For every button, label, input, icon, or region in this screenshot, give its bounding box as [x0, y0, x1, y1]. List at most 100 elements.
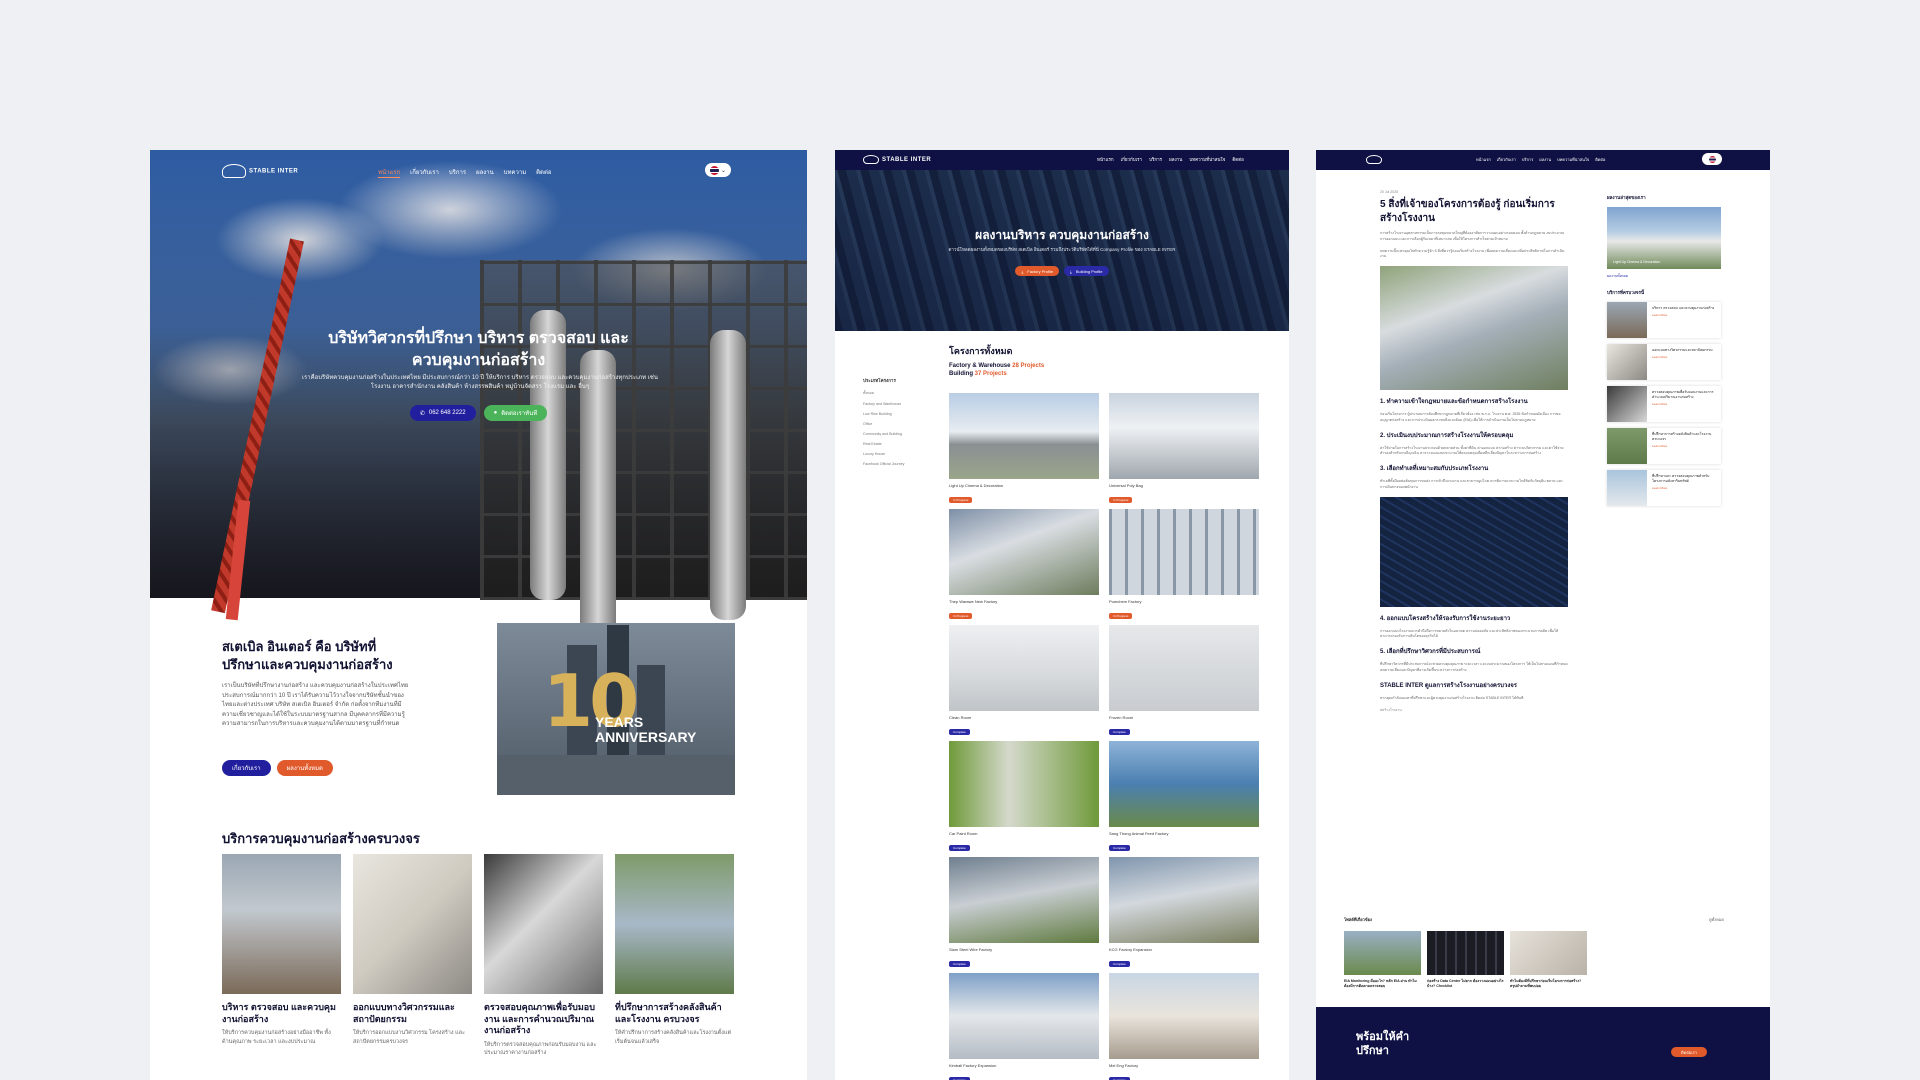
language-switcher[interactable]: ⌄	[705, 163, 731, 177]
article-title: 5 สิ่งที่เจ้าของโครงการต้องรู้ ก่อนเริ่ม…	[1380, 199, 1555, 224]
project-card[interactable]: Universal Poly Bag In Progress	[1109, 393, 1259, 509]
project-image	[949, 741, 1099, 827]
nav-item-contact[interactable]: ติดต่อ	[1232, 156, 1243, 163]
project-card[interactable]: KCG Factory Expansion Complete	[1109, 857, 1259, 973]
projects-page-screenshot: STABLE INTER หน้าแรก เกี่ยวกับเรา บริการ…	[835, 150, 1289, 1080]
service-list-item[interactable]: ที่ปรึกษาการสร้างคลังสินค้าและโรงงาน ครบ…	[1607, 428, 1721, 464]
service-image	[222, 854, 341, 994]
logo[interactable]	[1366, 155, 1385, 164]
project-card[interactable]: Clean Room Complete	[949, 625, 1099, 741]
project-status-badge: In Progress	[949, 613, 973, 619]
service-card[interactable]: บริหาร ตรวจสอบ และควบคุมงานก่อสร้าง ให้บ…	[222, 854, 341, 1058]
project-status-badge: Complete	[1109, 729, 1130, 735]
project-image	[949, 509, 1099, 595]
logo-icon	[863, 155, 879, 164]
category-item[interactable]: Factory and Warehouse	[863, 402, 933, 406]
article-tag[interactable]: #สร้างโรงงาน	[1380, 707, 1568, 713]
project-name: Car Paint Room	[949, 831, 978, 836]
logo-icon	[222, 164, 246, 178]
nav-item-articles[interactable]: บทความ	[504, 167, 526, 178]
project-card[interactable]: Mei Eng Factory Complete	[1109, 973, 1259, 1080]
logo[interactable]: STABLE INTER	[863, 155, 931, 164]
chat-icon: ●	[493, 410, 498, 416]
project-card[interactable]: Thep Warawe New Factory In Progress	[949, 509, 1099, 625]
project-card[interactable]: Pumchem Factory In Progress	[1109, 509, 1259, 625]
project-name: Light Up Cinema & Decoration	[949, 483, 1004, 488]
language-switcher[interactable]	[1702, 153, 1722, 165]
call-button[interactable]: ✆ 062 648 2222	[409, 405, 476, 421]
related-post-card[interactable]: ทำไมต้องมีที่ปรึกษาก่อนเริ่มโครงการก่อสร…	[1510, 931, 1587, 989]
project-image	[1109, 393, 1259, 479]
nav-item-about[interactable]: เกี่ยวกับเรา	[1497, 156, 1516, 163]
view-all-link[interactable]: ดูทั้งหมด	[1709, 916, 1724, 923]
homepage-screenshot: STABLE INTER หน้าแรก เกี่ยวกับเรา บริการ…	[150, 150, 807, 1080]
service-list-item[interactable]: ออกแบบทางวิศวกรรมและสถาปัตยกรรม Learn Mor…	[1607, 344, 1721, 380]
service-card[interactable]: ที่ปรึกษาการสร้างคลังสินค้าและโรงงาน ครบ…	[615, 854, 734, 1058]
project-card[interactable]: Car Paint Room Complete	[949, 741, 1099, 857]
nav-menu: หน้าแรก เกี่ยวกับเรา บริการ ผลงาน บทความ…	[1476, 156, 1605, 163]
services-heading: บริการควบคุมงานก่อสร้างครบวงจร	[222, 831, 420, 846]
related-post-card[interactable]: EIA Monitoring คืออะไร? หลัก EIA ผ่าน ทำ…	[1344, 931, 1421, 989]
nav-item-articles[interactable]: บทความที่น่าสนใจ	[1189, 156, 1225, 163]
service-list-item[interactable]: ที่ปรึกษาและ ตรวจสอบคุณภาพสำหรับโครงการอ…	[1607, 470, 1721, 506]
nav-item-contact[interactable]: ติดต่อ	[536, 167, 551, 178]
about-buttons: เกี่ยวกับเรา ผลงานทั้งหมด	[222, 760, 333, 776]
project-name: Frozen Room	[1109, 715, 1134, 720]
nav-item-services[interactable]: บริการ	[449, 167, 466, 178]
all-projects-link[interactable]: ผลงานทั้งหมด	[1607, 273, 1721, 279]
project-card[interactable]: Kimball Factory Expansion Complete	[949, 973, 1099, 1080]
nav-item-articles[interactable]: บทความที่น่าสนใจ	[1557, 156, 1589, 163]
nav-item-projects[interactable]: ผลงาน	[476, 167, 494, 178]
nav-item-services[interactable]: บริการ	[1149, 156, 1162, 163]
article-date: 20 Jul 2025	[1380, 190, 1399, 194]
category-item[interactable]: Facebook Official Journey	[863, 462, 933, 466]
nav-item-services[interactable]: บริการ	[1522, 156, 1534, 163]
top-nav: STABLE INTER หน้าแรก เกี่ยวกับเรา บริการ…	[150, 156, 807, 186]
project-card[interactable]: Frozen Room Complete	[1109, 625, 1259, 741]
nav-item-home[interactable]: หน้าแรก	[1097, 156, 1114, 163]
project-card[interactable]: Light Up Cinema & Decoration In Progress	[949, 393, 1099, 509]
project-name: Sang Thong Animal Feed Factory	[1109, 831, 1169, 836]
project-image	[1109, 509, 1259, 595]
building-profile-button[interactable]: ⤓ Building Profile	[1064, 266, 1109, 276]
service-list-item[interactable]: บริหาร ตรวจสอบ และควบคุมงานก่อสร้าง Learn…	[1607, 302, 1721, 338]
project-image	[949, 973, 1099, 1059]
nav-item-contact[interactable]: ติดต่อ	[1595, 156, 1605, 163]
category-item[interactable]: Low Rise Building	[863, 412, 933, 416]
project-name: Universal Poly Bag	[1109, 483, 1143, 488]
contact-us-button[interactable]: ติดต่อเรา	[1671, 1047, 1707, 1057]
related-post-card[interactable]: ก่อสร้าง Data Center ไม่ยาก ต้องวางแผนอย…	[1427, 931, 1504, 989]
about-us-button[interactable]: เกี่ยวกับเรา	[222, 760, 271, 776]
download-icon: ⤓	[1070, 268, 1072, 274]
projects-hero-subtitle: ดาวน์โหลดผลงานทั้งหมดของบริษัท สเตเบิล อ…	[948, 247, 1176, 252]
project-image	[1109, 625, 1259, 711]
service-list-item[interactable]: ตรวจสอบคุณภาพเพื่อรับมอบงานและการคำนวณปร…	[1607, 386, 1721, 422]
nav-item-projects[interactable]: ผลงาน	[1539, 156, 1551, 163]
article-aerial-image	[1380, 266, 1568, 390]
factory-profile-button[interactable]: ⤓ Factory Profile	[1015, 266, 1060, 276]
project-card[interactable]: Siam Steel Wire Factory Complete	[949, 857, 1099, 973]
service-card[interactable]: ออกแบบทางวิศวกรรมและสถาปัตยกรรม ให้บริกา…	[353, 854, 472, 1058]
project-image	[949, 393, 1099, 479]
category-item[interactable]: ทั้งหมด	[863, 390, 933, 396]
nav-item-home[interactable]: หน้าแรก	[1476, 156, 1491, 163]
category-item[interactable]: Office	[863, 422, 933, 426]
category-item[interactable]: Luxury House	[863, 452, 933, 456]
project-card[interactable]: Sang Thong Animal Feed Factory Complete	[1109, 741, 1259, 857]
category-item[interactable]: Community and Building	[863, 432, 933, 436]
all-projects-button[interactable]: ผลงานทั้งหมด	[276, 760, 333, 776]
project-name: Thep Warawe New Factory	[949, 599, 998, 604]
chevron-down-icon: ⌄	[720, 167, 727, 174]
nav-item-about[interactable]: เกี่ยวกับเรา	[410, 167, 439, 178]
about-text: เราเป็นบริษัทที่ปรึกษางานก่อสร้าง และควบ…	[222, 683, 409, 728]
thai-flag-icon	[709, 165, 719, 175]
category-item[interactable]: Real Estate	[863, 442, 933, 446]
featured-project-card[interactable]: Light Up Cinema & Decoration	[1607, 207, 1721, 269]
phone-icon: ✆	[419, 410, 425, 417]
nav-item-home[interactable]: หน้าแรก	[378, 167, 401, 178]
line-contact-button[interactable]: ● ติดต่อเราทันที	[483, 405, 548, 421]
nav-item-about[interactable]: เกี่ยวกับเรา	[1121, 156, 1143, 163]
logo[interactable]: STABLE INTER	[222, 164, 298, 178]
service-card[interactable]: ตรวจสอบคุณภาพเพื่อรับมอบงาน และการคำนวณป…	[484, 854, 603, 1058]
nav-item-projects[interactable]: ผลงาน	[1169, 156, 1182, 163]
